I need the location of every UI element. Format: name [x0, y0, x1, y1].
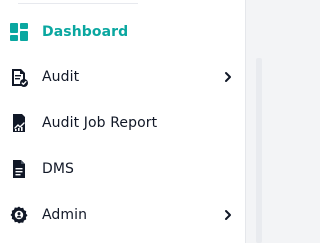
content-panel-edge: [256, 58, 262, 243]
sidebar-item-dms[interactable]: DMS: [0, 146, 245, 192]
job-report-icon: [8, 112, 30, 134]
chevron-right-icon: [220, 207, 236, 223]
sidebar-item-label: Audit Job Report: [42, 115, 158, 131]
sidebar-item-label: Dashboard: [42, 24, 129, 40]
sidebar-item-label: Admin: [42, 207, 88, 223]
sidebar-item-admin[interactable]: Admin: [0, 192, 245, 238]
dashboard-grid-icon: [8, 21, 30, 43]
audit-report-icon: [8, 66, 30, 88]
main-content-edge: [246, 0, 262, 243]
document-icon: [8, 158, 30, 180]
sidebar-item-dashboard[interactable]: Dashboard: [0, 9, 245, 55]
sidebar-item-audit-job-report[interactable]: Audit Job Report: [0, 100, 245, 146]
chevron-right-icon: [220, 69, 236, 85]
sidebar-item-label: DMS: [42, 161, 75, 177]
divider: [18, 0, 138, 4]
admin-gear-icon: [8, 204, 30, 226]
sidebar: Dashboard Audit Audit Job Report DMS Adm…: [0, 0, 246, 243]
sidebar-item-audit[interactable]: Audit: [0, 54, 245, 100]
sidebar-item-label: Audit: [42, 69, 80, 85]
